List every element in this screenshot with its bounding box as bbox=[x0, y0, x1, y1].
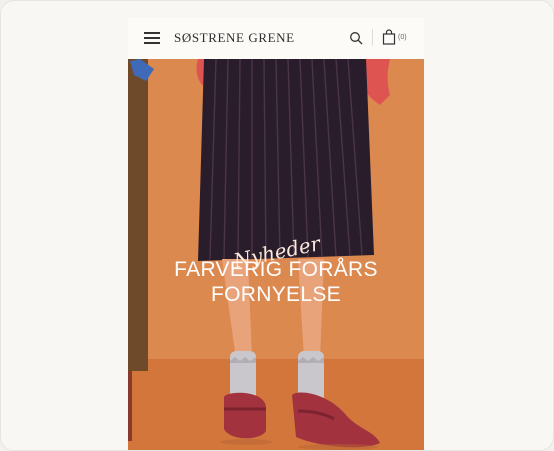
mobile-page: SØSTRENE GRENE (0) Nyheder FARVERIG FORÅ… bbox=[128, 18, 424, 450]
menu-icon[interactable] bbox=[144, 32, 160, 44]
hero-banner[interactable]: Nyheder FARVERIG FORÅRS FORNYELSE bbox=[128, 59, 424, 450]
preview-card: SØSTRENE GRENE (0) Nyheder FARVERIG FORÅ… bbox=[0, 0, 554, 451]
cart-icon[interactable] bbox=[382, 29, 396, 45]
header-divider bbox=[372, 29, 373, 46]
hero-title[interactable]: FARVERIG FORÅRS FORNYELSE bbox=[128, 257, 424, 307]
search-icon[interactable] bbox=[349, 31, 363, 45]
cart-count: (0) bbox=[398, 34, 407, 41]
brand-logo[interactable]: SØSTRENE GRENE bbox=[174, 30, 295, 46]
hero-title-line-1: FARVERIG FORÅRS bbox=[174, 258, 378, 281]
site-header: SØSTRENE GRENE (0) bbox=[128, 18, 424, 60]
hero-title-line-2: FORNYELSE bbox=[211, 283, 341, 306]
